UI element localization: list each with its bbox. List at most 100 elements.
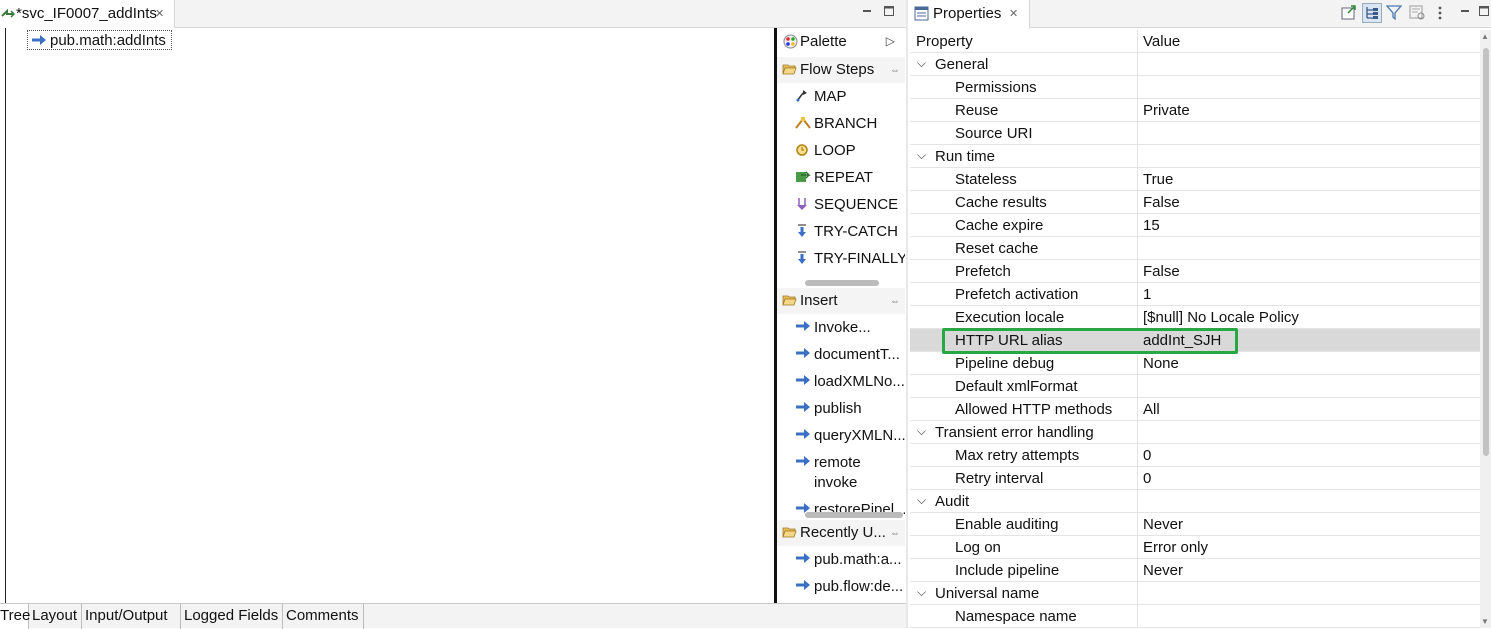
property-row[interactable]: Cache expire 15: [910, 214, 1480, 237]
column-header-property[interactable]: Property: [916, 33, 973, 50]
pin-view-icon[interactable]: [1340, 4, 1357, 21]
property-value[interactable]: False: [1143, 263, 1180, 280]
property-value[interactable]: None: [1143, 355, 1179, 372]
palette-item-invoke[interactable]: Invoke...: [795, 316, 905, 340]
property-row[interactable]: Execution locale [$null] No Locale Polic…: [910, 306, 1480, 329]
maximize-icon[interactable]: [882, 4, 896, 18]
property-value[interactable]: Error only: [1143, 539, 1208, 556]
property-value[interactable]: 1: [1143, 286, 1151, 303]
property-row[interactable]: Reuse Private: [910, 99, 1480, 122]
property-row[interactable]: Max retry attempts 0: [910, 444, 1480, 467]
view-divider[interactable]: [906, 0, 908, 628]
group-row-universal-name[interactable]: ⌵ Universal name: [910, 582, 1480, 605]
advanced-properties-icon[interactable]: [1409, 4, 1426, 21]
column-header-value[interactable]: Value: [1143, 33, 1180, 50]
property-value[interactable]: False: [1143, 194, 1180, 211]
tab-logged-fields[interactable]: Logged Fields: [181, 604, 283, 629]
palette-item-try-finally[interactable]: TRY-FINALLY: [795, 247, 905, 271]
chevron-down-icon[interactable]: ⌵: [917, 56, 926, 71]
property-name: Permissions: [955, 79, 1037, 96]
chevron-down-icon[interactable]: ⌵: [917, 585, 926, 600]
palette-item-queryxml[interactable]: queryXMLN...: [795, 424, 905, 448]
property-row[interactable]: Stateless True: [910, 168, 1480, 191]
property-row[interactable]: Reset cache: [910, 237, 1480, 260]
editor-tab[interactable]: *svc_IF0007_addInts ✕: [0, 0, 175, 29]
property-row[interactable]: Pipeline debug None: [910, 352, 1480, 375]
palette-item-restorepipeline[interactable]: restorePipel...: [795, 498, 905, 522]
filter-icon[interactable]: [1386, 4, 1402, 20]
minimize-icon[interactable]: [1458, 4, 1472, 18]
palette-item-recent-addints[interactable]: pub.math:a...: [795, 548, 905, 572]
palette-item-map[interactable]: MAP: [795, 85, 905, 109]
property-name: Reuse: [955, 102, 999, 119]
properties-tab[interactable]: Properties ✕: [908, 0, 1030, 29]
palette-item-publish[interactable]: publish: [795, 397, 905, 421]
property-row[interactable]: Cache results False: [910, 191, 1480, 214]
property-row[interactable]: Retry interval 0: [910, 467, 1480, 490]
property-value[interactable]: Private: [1143, 102, 1190, 119]
flow-step-invoke[interactable]: pub.math:addInts: [27, 30, 172, 50]
invoke-arrow-icon: [31, 34, 47, 46]
group-row-runtime[interactable]: ⌵ Run time: [910, 145, 1480, 168]
palette-item-loop[interactable]: LOOP: [795, 139, 905, 163]
palette-item-branch[interactable]: BRANCH: [795, 112, 905, 136]
insert-header[interactable]: Insert ⇔: [777, 288, 905, 314]
collapse-arrows-icon[interactable]: ⇔: [890, 65, 900, 76]
minimize-icon[interactable]: [860, 4, 874, 18]
property-row[interactable]: Prefetch False: [910, 260, 1480, 283]
property-value[interactable]: All: [1143, 401, 1160, 418]
property-value[interactable]: True: [1143, 171, 1173, 188]
recently-used-header[interactable]: Recently U... ⇔: [777, 520, 905, 546]
scroll-up-icon[interactable]: ▲: [1481, 32, 1489, 41]
property-row[interactable]: Source URI: [910, 122, 1480, 145]
property-row[interactable]: Log on Error only: [910, 536, 1480, 559]
close-icon[interactable]: ✕: [1009, 7, 1018, 20]
flow-steps-header[interactable]: Flow Steps ⇔: [777, 57, 905, 83]
categories-toggle-icon[interactable]: [1362, 3, 1382, 23]
property-row[interactable]: Allowed HTTP methods All: [910, 398, 1480, 421]
flow-editor-canvas[interactable]: [0, 28, 775, 603]
property-value[interactable]: 0: [1143, 447, 1151, 464]
palette-item-document[interactable]: documentT...: [795, 343, 905, 367]
tab-layout[interactable]: Layout: [29, 604, 82, 629]
collapse-arrows-icon[interactable]: ⇔: [890, 528, 900, 539]
loop-icon: [795, 143, 809, 157]
palette-item-repeat[interactable]: REPEAT: [795, 166, 905, 190]
property-value[interactable]: 15: [1143, 217, 1160, 234]
chevron-down-icon[interactable]: ⌵: [917, 424, 926, 439]
insert-scrollbar[interactable]: [805, 512, 903, 518]
collapse-arrows-icon[interactable]: ⇔: [890, 296, 900, 307]
flow-steps-scrollbar[interactable]: [805, 280, 879, 286]
close-icon[interactable]: ✕: [155, 7, 164, 20]
property-name: Max retry attempts: [955, 447, 1080, 464]
tab-comments[interactable]: Comments: [283, 604, 364, 629]
property-row[interactable]: Default xmlFormat: [910, 375, 1480, 398]
tab-input-output[interactable]: Input/Output: [82, 604, 181, 629]
group-row-audit[interactable]: ⌵ Audit: [910, 490, 1480, 513]
view-menu-icon[interactable]: [1436, 5, 1444, 21]
palette-item-loadxml[interactable]: loadXMLNo...: [795, 370, 905, 394]
property-row[interactable]: Namespace name: [910, 605, 1480, 628]
expand-arrow-icon[interactable]: ▷: [886, 34, 895, 48]
property-row[interactable]: Permissions: [910, 76, 1480, 99]
property-value[interactable]: Never: [1143, 516, 1183, 533]
property-value[interactable]: [$null] No Locale Policy: [1143, 309, 1299, 326]
palette-item-try-catch[interactable]: TRY-CATCH: [795, 220, 905, 244]
property-row[interactable]: Prefetch activation 1: [910, 283, 1480, 306]
chevron-down-icon[interactable]: ⌵: [917, 148, 926, 163]
palette-item-remote-invoke[interactable]: remote invoke: [795, 451, 905, 495]
property-value[interactable]: 0: [1143, 470, 1151, 487]
chevron-down-icon[interactable]: ⌵: [917, 493, 926, 508]
palette-header[interactable]: Palette ▷: [777, 29, 905, 55]
palette-item-recent-flow[interactable]: pub.flow:de...: [795, 575, 905, 599]
scroll-down-icon[interactable]: ▼: [1481, 617, 1489, 626]
group-row-general[interactable]: ⌵ General: [910, 53, 1480, 76]
property-row[interactable]: Enable auditing Never: [910, 513, 1480, 536]
palette-item-sequence[interactable]: SEQUENCE: [795, 193, 905, 217]
maximize-icon[interactable]: [1478, 4, 1490, 18]
group-row-transient-error[interactable]: ⌵ Transient error handling: [910, 421, 1480, 444]
property-row[interactable]: Include pipeline Never: [910, 559, 1480, 582]
scrollbar-thumb[interactable]: [1483, 48, 1489, 456]
tab-tree[interactable]: Tree: [0, 604, 30, 629]
property-value[interactable]: Never: [1143, 562, 1183, 579]
